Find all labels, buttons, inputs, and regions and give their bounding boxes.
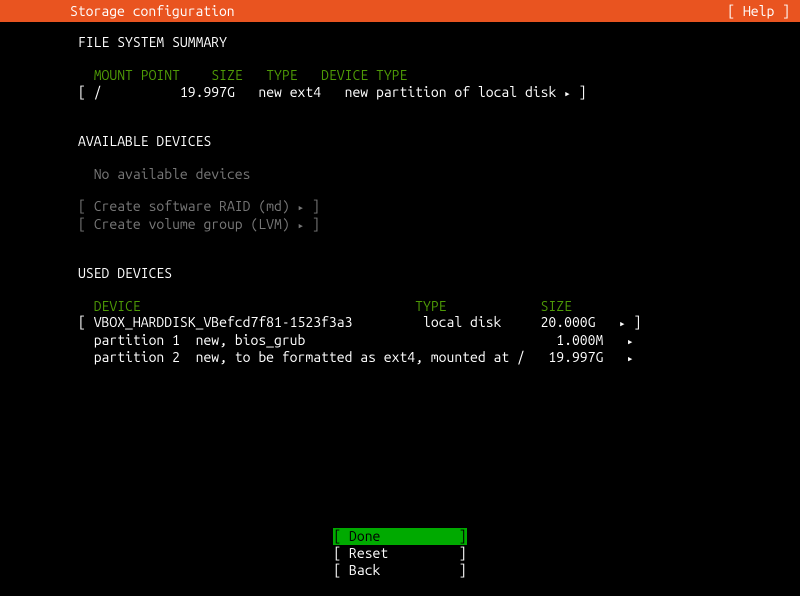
used-device-row[interactable]: [ VBOX_HARDDISK_VBefcd7f81-1523f3a3 loca… — [78, 314, 790, 331]
available-empty: No available devices — [78, 166, 790, 183]
main-content: FILE SYSTEM SUMMARY MOUNT POINT SIZE TYP… — [0, 22, 800, 366]
done-button[interactable]: [ Done ] — [333, 528, 466, 545]
button-bar: [ Done ] [ Reset ] [ Back ] — [0, 528, 800, 578]
header-bar: Storage configuration [ Help ] — [0, 0, 800, 22]
help-button[interactable]: [ Help ] — [727, 3, 790, 20]
used-partition-row[interactable]: partition 2 new, to be formatted as ext4… — [78, 349, 790, 366]
create-raid-action[interactable]: [ Create software RAID (md) ▸ ] — [78, 198, 790, 215]
used-partition-row[interactable]: partition 1 new, bios_grub 1.000M ▸ — [78, 332, 790, 349]
page-title: Storage configuration — [10, 3, 235, 20]
create-lvm-action[interactable]: [ Create volume group (LVM) ▸ ] — [78, 216, 790, 233]
fs-summary-row[interactable]: [ / 19.997G new ext4 new partition of lo… — [78, 84, 790, 101]
back-button[interactable]: [ Back ] — [333, 562, 466, 579]
available-title: AVAILABLE DEVICES — [78, 133, 790, 150]
used-headers: DEVICE TYPE SIZE — [78, 298, 790, 315]
fs-summary-headers: MOUNT POINT SIZE TYPE DEVICE TYPE — [78, 67, 790, 84]
used-title: USED DEVICES — [78, 265, 790, 282]
fs-summary-title: FILE SYSTEM SUMMARY — [78, 34, 790, 51]
chevron-right-icon: ▸ — [619, 318, 626, 330]
chevron-right-icon: ▸ — [564, 88, 571, 100]
reset-button[interactable]: [ Reset ] — [333, 545, 466, 562]
